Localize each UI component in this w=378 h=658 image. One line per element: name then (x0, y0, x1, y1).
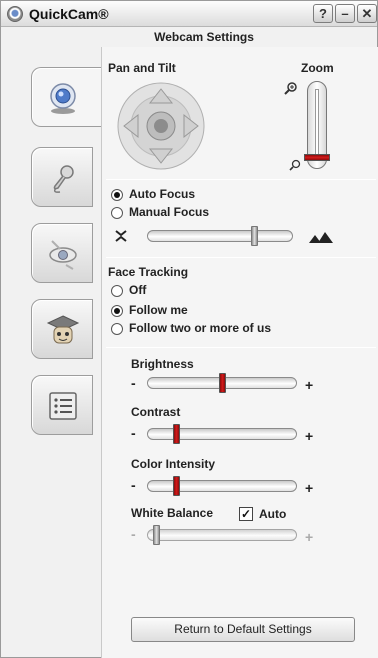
app-title: QuickCam® (29, 6, 109, 22)
title-bar[interactable]: QuickCam® ? – ✕ (1, 1, 377, 27)
graduation-cap-icon (46, 315, 80, 344)
color-intensity-slider[interactable] (147, 480, 297, 492)
white-balance-label: White Balance (131, 506, 214, 520)
contrast-plus: + (305, 428, 314, 444)
contrast-label: Contrast (131, 405, 181, 419)
pan-tilt-control[interactable] (116, 81, 206, 171)
manual-focus-radio[interactable] (111, 207, 123, 219)
zoom-in-icon[interactable] (284, 81, 298, 95)
zoom-slider-thumb[interactable] (304, 154, 330, 162)
list-icon (49, 392, 77, 420)
face-tracking-follow-me-radio[interactable] (111, 305, 123, 317)
face-tracking-off-radio[interactable] (111, 285, 123, 297)
white-balance-plus: + (305, 529, 314, 545)
brightness-label: Brightness (131, 357, 194, 371)
section-title: Webcam Settings (154, 30, 254, 44)
webcam-icon (50, 83, 76, 114)
auto-focus-radio[interactable] (111, 189, 123, 201)
face-tracking-follow-me-label[interactable]: Follow me (129, 303, 188, 317)
settings-list-tab[interactable] (31, 375, 93, 435)
zoom-label: Zoom (301, 61, 334, 75)
divider (106, 257, 376, 258)
zoom-slider-groove (315, 89, 319, 161)
auto-focus-label[interactable]: Auto Focus (129, 187, 195, 201)
near-focus-icon (115, 230, 127, 242)
help-button[interactable]: ? (313, 4, 333, 23)
brightness-minus: - (131, 375, 136, 391)
microphone-icon (53, 165, 74, 193)
contrast-slider-thumb[interactable] (173, 424, 181, 444)
close-button[interactable]: ✕ (357, 4, 377, 23)
white-balance-minus: - (131, 526, 136, 542)
face-tracking-follow-group-label[interactable]: Follow two or more of us (129, 321, 271, 335)
color-intensity-label: Color Intensity (131, 457, 216, 471)
face-tracking-label: Face Tracking (108, 265, 189, 279)
color-intensity-minus: - (131, 477, 136, 493)
minimize-button[interactable]: – (335, 4, 355, 23)
contrast-slider[interactable] (147, 428, 297, 440)
color-intensity-plus: + (305, 480, 314, 496)
divider (106, 179, 376, 180)
quickcam-window: QuickCam® ? – ✕ Webcam Settings Pan and … (0, 0, 378, 658)
face-tracking-follow-group-radio[interactable] (111, 323, 123, 335)
far-focus-icon (309, 232, 333, 243)
white-balance-slider-thumb[interactable] (152, 525, 160, 545)
webcam-app-icon (7, 6, 23, 22)
zoom-out-icon[interactable] (289, 159, 301, 171)
focus-slider-thumb[interactable] (250, 226, 258, 246)
brightness-plus: + (305, 377, 314, 393)
face-tracking-off-label[interactable]: Off (129, 283, 146, 297)
color-intensity-slider-thumb[interactable] (173, 476, 181, 496)
contrast-minus: - (131, 425, 136, 441)
audio-tab[interactable] (31, 147, 93, 207)
pan-tilt-label: Pan and Tilt (108, 61, 176, 75)
focus-slider[interactable] (147, 230, 293, 242)
webcam-tab[interactable] (31, 67, 101, 127)
white-balance-auto-label[interactable]: Auto (259, 507, 286, 521)
effects-tab[interactable] (31, 223, 93, 283)
brightness-slider-thumb[interactable] (219, 373, 226, 393)
eye-icon (49, 240, 77, 270)
white-balance-slider[interactable] (147, 529, 297, 541)
divider (106, 347, 376, 348)
help-tab[interactable] (31, 299, 93, 359)
return-to-default-button[interactable]: Return to Default Settings (131, 617, 355, 642)
white-balance-auto-checkbox[interactable]: ✓ (239, 507, 253, 521)
manual-focus-label[interactable]: Manual Focus (129, 205, 209, 219)
